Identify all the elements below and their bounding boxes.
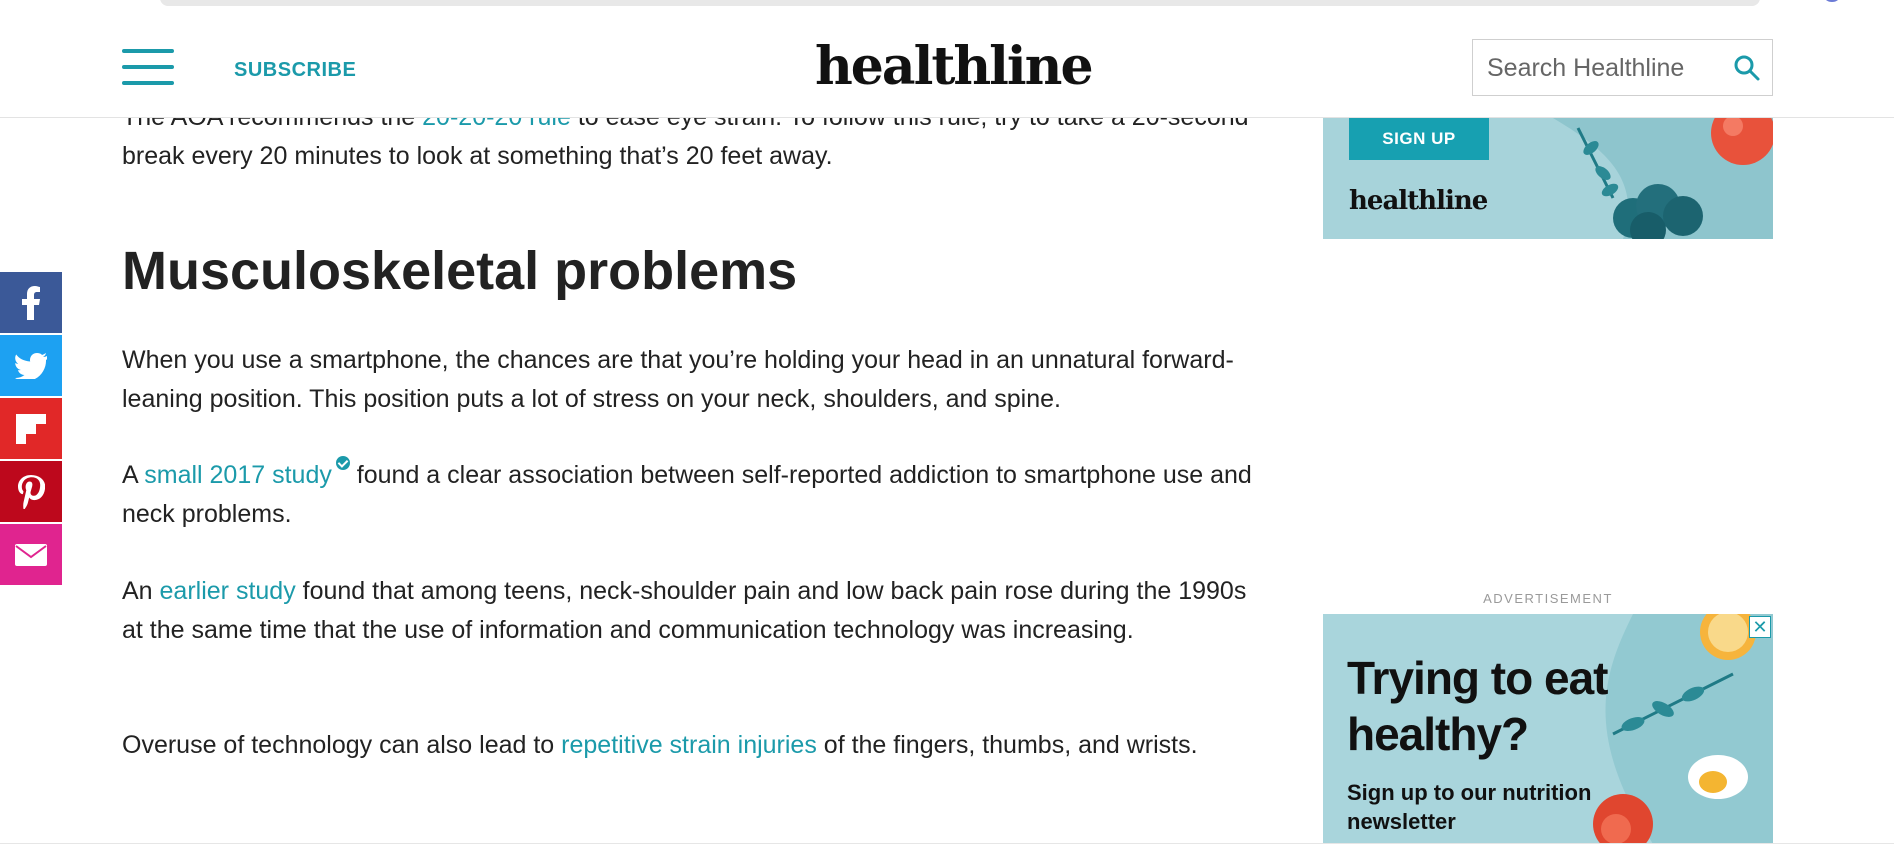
facebook-share-button[interactable]	[0, 272, 62, 333]
newsletter-ad-top[interactable]: SIGN UP healthline	[1323, 118, 1773, 239]
sign-up-button[interactable]: SIGN UP	[1349, 118, 1489, 160]
browser-address-bar	[160, 0, 1760, 6]
newsletter-ad-bottom[interactable]: ✕ Trying to eat healthy? Sign up to our …	[1323, 614, 1773, 844]
social-share-rail	[0, 272, 62, 587]
link-repetitive-strain-injuries[interactable]: repetitive strain injuries	[561, 731, 817, 759]
pinterest-share-button[interactable]	[0, 461, 62, 522]
link-earlier-study[interactable]: earlier study	[160, 577, 296, 605]
advertisement-label: ADVERTISEMENT	[1483, 591, 1613, 606]
page-bottom-divider	[0, 843, 1894, 844]
ad-close-button[interactable]: ✕	[1749, 616, 1771, 638]
flipboard-share-button[interactable]	[0, 398, 62, 459]
search-icon[interactable]	[1733, 54, 1761, 82]
email-share-button[interactable]	[0, 524, 62, 585]
healthline-logo[interactable]: healthline	[815, 36, 1094, 97]
text-fragment: An	[122, 577, 160, 605]
article-paragraph-strain-injuries: Overuse of technology can also lead to r…	[122, 726, 1252, 765]
verified-source-icon[interactable]	[335, 455, 350, 470]
twitter-icon	[15, 352, 47, 379]
email-icon	[15, 543, 47, 566]
ad-headline: Trying to eat healthy?	[1347, 652, 1608, 760]
article-paragraph-posture: When you use a smartphone, the chances a…	[122, 346, 1234, 413]
browser-top-strip	[0, 0, 1894, 14]
facebook-icon	[22, 285, 40, 320]
ad-subtext: Sign up to our nutrition newsletter	[1347, 780, 1592, 834]
twitter-share-button[interactable]	[0, 335, 62, 396]
search-box	[1472, 39, 1773, 96]
section-heading: Musculoskeletal problems	[122, 241, 798, 301]
profile-icon	[1824, 0, 1840, 2]
pinterest-icon	[18, 474, 45, 509]
link-small-2017-study[interactable]: small 2017 study	[144, 461, 332, 489]
site-header: SUBSCRIBE healthline	[0, 14, 1894, 118]
menu-icon[interactable]	[122, 49, 174, 85]
text-fragment: Overuse of technology can also lead to	[122, 731, 562, 759]
ad-brand-logo: healthline	[1349, 186, 1488, 216]
article-paragraph-2017-study: A small 2017 study found a clear associa…	[122, 455, 1252, 534]
subscribe-link[interactable]: SUBSCRIBE	[234, 59, 356, 82]
text-fragment: A	[122, 461, 145, 489]
text-fragment: of the fingers, thumbs, and wrists.	[816, 731, 1198, 759]
search-input[interactable]	[1487, 52, 1717, 84]
article-paragraph-earlier-study: An earlier study found that among teens,…	[122, 572, 1252, 650]
flipboard-icon	[16, 413, 46, 444]
